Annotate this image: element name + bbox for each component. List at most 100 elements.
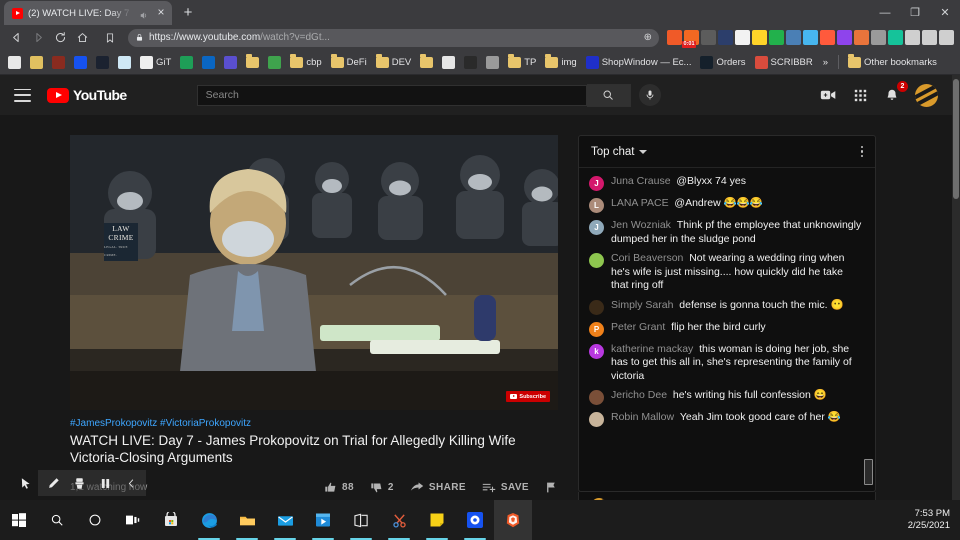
chevron-down-icon[interactable] (639, 149, 648, 154)
chrome-menu-icon[interactable] (939, 30, 954, 45)
chat-author-avatar[interactable] (589, 412, 604, 427)
chat-message[interactable]: Jericho Dee he's writing his full confes… (579, 386, 875, 408)
pause-icon[interactable] (92, 470, 118, 496)
bookmarks-overflow-button[interactable]: » (819, 57, 832, 68)
linkedin-bookmark[interactable] (199, 55, 218, 70)
butterfly-bookmark[interactable] (439, 55, 458, 70)
purple-square-icon[interactable] (837, 30, 852, 45)
notes-ext-icon[interactable] (735, 30, 750, 45)
chat-author-name[interactable]: katherine mackay (611, 343, 699, 355)
chat-author-avatar[interactable]: L (589, 198, 604, 213)
search-button[interactable] (586, 83, 631, 107)
youtube-apps-icon[interactable] (851, 86, 869, 104)
maximize-button[interactable]: ❐ (900, 0, 930, 25)
chat-author-avatar[interactable]: J (589, 176, 604, 191)
microsoft-store-button[interactable] (152, 500, 190, 540)
img-bookmark[interactable]: img (542, 54, 579, 69)
youtube-logo[interactable]: YouTube (47, 87, 127, 103)
back-icon[interactable] (6, 28, 26, 48)
video-player[interactable]: LAW CRIME LEGAL. TRUE CRIME. Subscribe (70, 135, 558, 410)
chat-message[interactable]: J Juna Crause @Blyxx 74 yes (579, 172, 875, 194)
c-bookmark[interactable] (71, 55, 90, 70)
create-video-icon[interactable] (819, 86, 837, 104)
chat-author-name[interactable]: Robin Mallow (611, 411, 680, 423)
minimize-button[interactable]: — (870, 0, 900, 25)
chat-author-avatar[interactable]: k (589, 343, 604, 359)
speaker-icon[interactable] (138, 8, 149, 19)
folder-bookmark-2[interactable] (417, 54, 436, 69)
movies-tv-button[interactable] (304, 500, 342, 540)
microphone-icon[interactable] (638, 84, 661, 106)
defi-bookmark[interactable]: DeFi (328, 54, 370, 69)
forward-icon[interactable] (28, 28, 48, 48)
close-icon[interactable]: × (154, 6, 168, 20)
chat-scrollbar-thumb[interactable] (864, 459, 873, 485)
brave-button[interactable] (494, 500, 532, 540)
chat-author-avatar[interactable] (589, 253, 604, 268)
close-window-button[interactable]: ✕ (930, 0, 960, 25)
colorstack-icon[interactable] (820, 30, 835, 45)
google-bookmark[interactable] (5, 55, 24, 70)
page-scrollbar[interactable] (952, 75, 960, 500)
pen-icon[interactable] (40, 470, 66, 496)
cloud-bookmark[interactable] (115, 55, 134, 70)
eye-bookmark[interactable] (461, 55, 480, 70)
chevron-left-icon[interactable] (118, 470, 144, 496)
grammarly-icon[interactable] (888, 30, 903, 45)
bell-icon[interactable]: 2 (883, 81, 908, 104)
dislike-button[interactable]: 2 (370, 481, 394, 494)
task-view-button[interactable] (114, 500, 152, 540)
chat-mode-label[interactable]: Top chat (591, 146, 634, 158)
red-bookmark[interactable] (49, 55, 68, 70)
chat-message[interactable]: Cori Beaverson Not wearing a wedding rin… (579, 249, 875, 296)
chat-author-avatar[interactable]: J (589, 220, 604, 235)
hamburger-menu-icon[interactable] (14, 88, 31, 102)
shopwindow-bookmark[interactable]: ShopWindow — Ec... (583, 55, 695, 70)
save-button[interactable]: SAVE (482, 481, 529, 494)
sheets-bookmark[interactable] (177, 55, 196, 70)
playlist-icon[interactable] (922, 30, 937, 45)
brave-shields-icon[interactable] (667, 30, 682, 45)
tp-bookmark[interactable]: TP (505, 54, 539, 69)
wallet-ext-icon[interactable] (752, 30, 767, 45)
report-button[interactable] (545, 481, 558, 494)
download-ext-icon[interactable] (786, 30, 801, 45)
scribbr-bookmark[interactable]: SCRIBBR (752, 55, 816, 70)
share-button[interactable]: SHARE (410, 481, 466, 494)
kebab-menu-icon[interactable] (860, 145, 863, 158)
file-explorer-button[interactable] (228, 500, 266, 540)
avatar[interactable] (915, 83, 938, 107)
chat-author-name[interactable]: Simply Sarah (611, 299, 679, 311)
chat-author-name[interactable]: Cori Beaverson (611, 252, 689, 264)
home-icon[interactable] (72, 28, 92, 48)
chat-author-name[interactable]: Peter Grant (611, 321, 671, 333)
chat-message[interactable]: k katherine mackay this woman is doing he… (579, 340, 875, 387)
edge-button[interactable] (190, 500, 228, 540)
green-dot-icon[interactable] (769, 30, 784, 45)
puzzle-icon[interactable] (905, 30, 920, 45)
cursor-arrow-icon[interactable] (12, 470, 38, 496)
chat-author-avatar[interactable] (589, 299, 604, 315)
like-button[interactable]: 88 (324, 481, 354, 494)
chat-author-name[interactable]: LANA PACE (611, 197, 674, 209)
add-to-icon[interactable]: ⊕ (644, 32, 652, 43)
fox-icon[interactable] (854, 30, 869, 45)
page-scrollbar-thumb[interactable] (953, 79, 959, 199)
browser-tab[interactable]: (2) WATCH LIVE: Day 7 - Jame × (4, 1, 172, 25)
cbp-bookmark[interactable]: cbp (287, 54, 324, 69)
video-hashtags[interactable]: #JamesProkopovitz #VictoriaProkopovitz (70, 418, 558, 429)
start-button[interactable] (0, 500, 38, 540)
honey-icon[interactable]: 0:01 (682, 30, 699, 48)
chart-bookmark[interactable] (27, 55, 46, 70)
search-input[interactable]: Search (196, 84, 587, 106)
chat-author-name[interactable]: Jericho Dee (611, 389, 673, 401)
new-tab-button[interactable]: + (178, 3, 198, 23)
coinbase-button[interactable] (456, 500, 494, 540)
git-bookmark[interactable]: GiT (137, 55, 174, 70)
reload-icon[interactable] (50, 28, 70, 48)
chat-author-avatar[interactable]: P (589, 321, 604, 337)
orders-bookmark[interactable]: Orders (697, 55, 748, 70)
chat-message[interactable]: Robin Mallow Yeah Jim took good care of … (579, 408, 875, 430)
sticky-notes-button[interactable] (418, 500, 456, 540)
share-ext-icon[interactable] (871, 30, 886, 45)
